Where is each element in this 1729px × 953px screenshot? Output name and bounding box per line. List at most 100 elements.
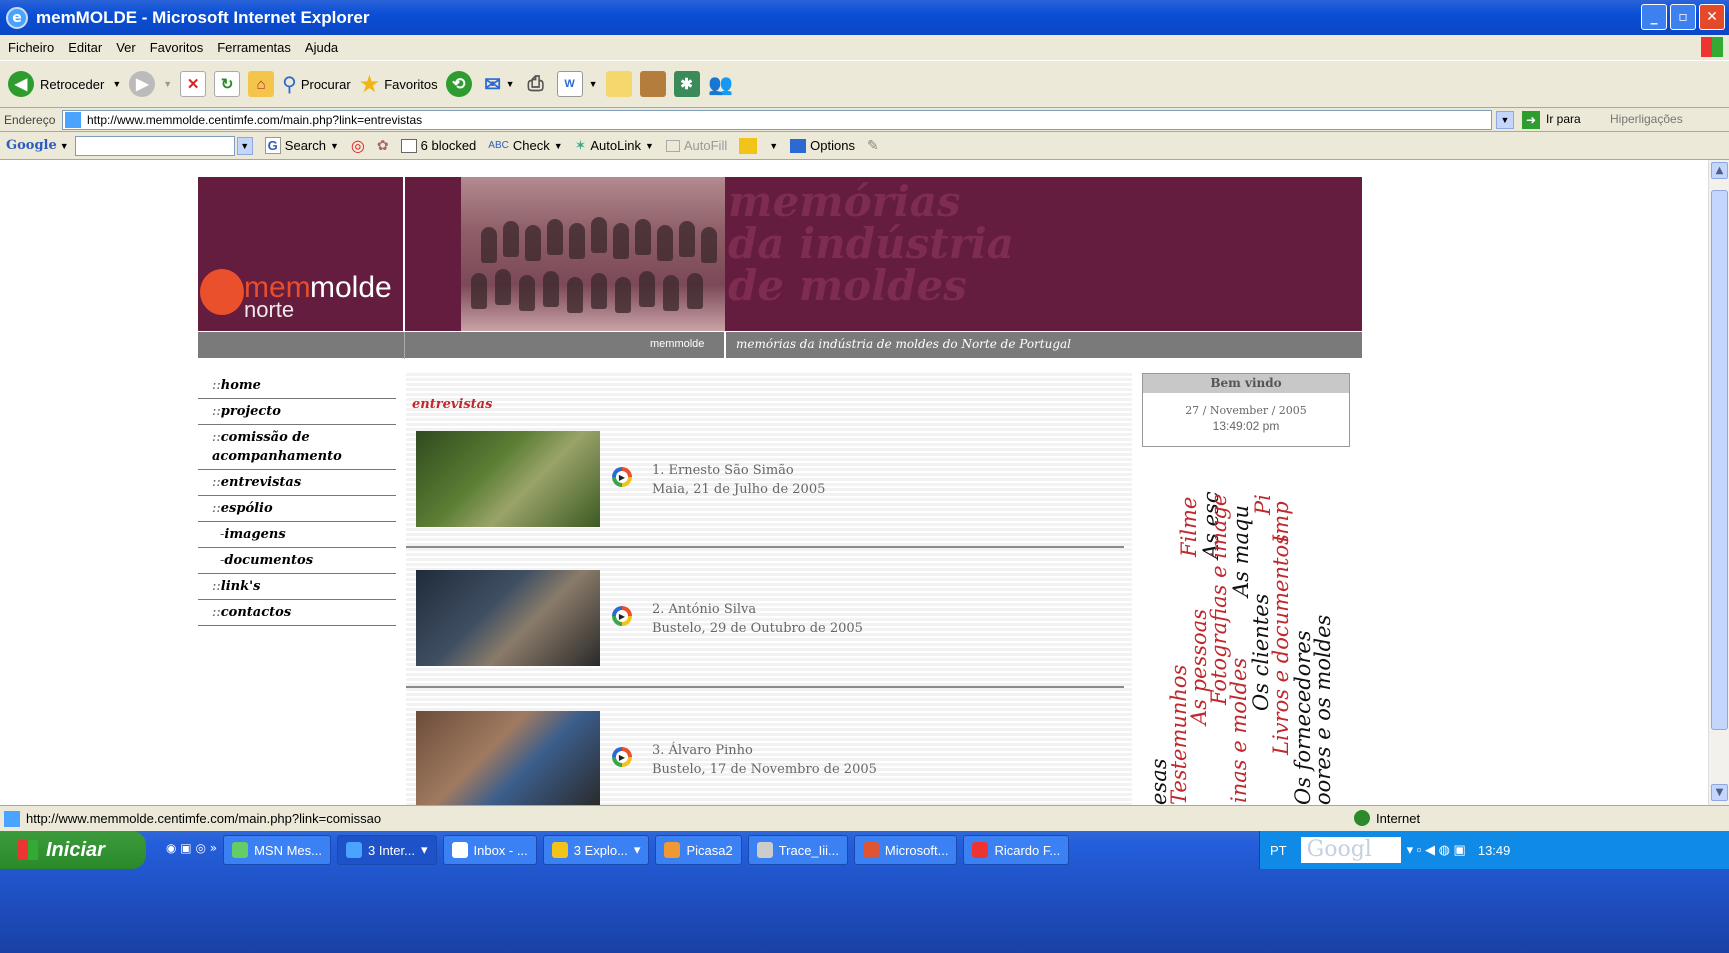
tray-icons[interactable]: ▾ ▫ ◀ ◍ ▣ <box>1407 842 1466 858</box>
interview-name[interactable]: 2. António Silva <box>652 600 863 619</box>
nav-prefix: :: <box>212 605 221 620</box>
spellcheck-icon: ABC <box>488 140 509 151</box>
discuss-icon[interactable] <box>605 71 632 97</box>
interview-thumbnail[interactable] <box>416 570 600 666</box>
forward-button[interactable]: ▶ ▼ <box>129 71 172 97</box>
chevron-down-icon[interactable]: ▼ <box>112 79 121 89</box>
spellcheck-button[interactable]: ABC Check ▼ <box>488 138 562 153</box>
autolink-button[interactable]: ✶ AutoLink ▼ <box>575 137 654 154</box>
nav-item-home[interactable]: ::home <box>198 373 396 399</box>
word-inas-e-moldes[interactable]: inas e moldes <box>1227 658 1251 803</box>
interview-thumbnail[interactable] <box>416 431 600 527</box>
messenger-icon[interactable]: ✱ <box>673 71 700 97</box>
interview-thumbnail[interactable] <box>416 711 600 805</box>
autofill-button[interactable]: AutoFill <box>665 138 728 153</box>
google-dropdown-icon[interactable]: ▼ <box>236 136 253 155</box>
word-os-moldes[interactable]: oores e os moldes <box>1311 615 1335 805</box>
options-icon <box>790 138 807 153</box>
menu-favoritos[interactable]: Favoritos <box>150 40 203 55</box>
menu-editar[interactable]: Editar <box>68 40 102 55</box>
google-deskbar[interactable]: Googl <box>1300 837 1401 863</box>
nav-item-espolio[interactable]: ::espólio <box>198 496 396 522</box>
nav-prefix: :: <box>212 579 221 594</box>
scroll-up-icon[interactable]: ▲ <box>1711 162 1728 179</box>
refresh-icon[interactable]: ↻ <box>214 71 241 97</box>
go-arrow-icon[interactable]: ➜ <box>1522 111 1540 129</box>
links-label[interactable]: Hiperligações <box>1610 112 1683 126</box>
go-button[interactable]: Ir para <box>1546 112 1581 126</box>
play-icon[interactable]: ▶ <box>612 747 632 767</box>
pencil-icon[interactable]: ✎ <box>867 137 879 154</box>
address-dropdown-icon[interactable]: ▼ <box>1496 111 1514 129</box>
nav-item-comissao[interactable]: ::comissão de acompanhamento <box>198 425 396 470</box>
options-button[interactable]: Options <box>790 138 855 153</box>
word-filme[interactable]: Filme <box>1177 497 1201 557</box>
site-logo[interactable]: mem molde norte <box>198 177 405 331</box>
windows-flag-icon <box>18 840 38 860</box>
autofill-label: AutoFill <box>683 138 728 153</box>
content-area: entrevistas ▶ 1. Ernesto São Simão Maia,… <box>406 373 1132 805</box>
back-button[interactable]: ◀ Retroceder ▼ <box>8 71 121 97</box>
home-icon[interactable]: ⌂ <box>248 71 275 97</box>
address-input[interactable]: http://www.memmolde.centimfe.com/main.ph… <box>62 110 1492 130</box>
menu-ver[interactable]: Ver <box>116 40 136 55</box>
nav-item-projecto[interactable]: ::projecto <box>198 399 396 425</box>
quick-launch-icons[interactable]: ◉ ▣ ◎ » <box>166 841 217 855</box>
task-microsoft[interactable]: Microsoft... <box>853 835 958 865</box>
research-icon[interactable] <box>639 71 666 97</box>
forward-arrow-icon: ▶ <box>129 71 156 97</box>
scroll-thumb[interactable] <box>1711 190 1728 730</box>
play-icon[interactable]: ▶ <box>612 606 632 626</box>
nav-item-contactos[interactable]: ::contactos <box>198 600 396 626</box>
google-search-input[interactable] <box>74 135 235 156</box>
nav-label: projecto <box>220 404 281 419</box>
task-msn[interactable]: MSN Mes... <box>223 835 331 865</box>
page-icon <box>65 112 81 128</box>
stop-icon[interactable]: ✕ <box>180 71 207 97</box>
start-button[interactable]: Iniciar <box>0 831 146 869</box>
task-ie[interactable]: 3 Inter... ▾ <box>336 835 437 865</box>
menu-ajuda[interactable]: Ajuda <box>305 40 338 55</box>
task-trace[interactable]: Trace_Iii... <box>747 835 848 865</box>
minimize-button[interactable]: _ <box>1641 4 1667 30</box>
folder-icon[interactable] <box>739 137 758 154</box>
nav-item-imagens[interactable]: -imagens <box>198 522 396 548</box>
contacts-icon[interactable]: 👥 <box>708 71 734 97</box>
nav-item-documentos[interactable]: -documentos <box>198 548 396 574</box>
edit-icon[interactable]: W <box>556 71 583 97</box>
popup-blocker-button[interactable]: 6 blocked <box>400 138 476 153</box>
task-explorer[interactable]: 3 Explo... ▾ <box>542 835 650 865</box>
close-button[interactable]: ✕ <box>1699 4 1725 30</box>
maximize-button[interactable]: ▫ <box>1670 4 1696 30</box>
mail-icon[interactable]: ✉ <box>480 71 506 97</box>
favorites-button[interactable]: ★ Favoritos <box>359 70 438 99</box>
task-ricardo[interactable]: Ricardo F... <box>963 835 1070 865</box>
print-icon[interactable]: ⎙ <box>523 71 549 97</box>
subbar-tagline: memórias da indústria de moldes do Norte… <box>736 337 1072 351</box>
folder-icon <box>551 842 568 858</box>
menu-ferramentas[interactable]: Ferramentas <box>217 40 291 55</box>
play-icon[interactable]: ▶ <box>612 467 632 487</box>
history-icon[interactable]: ⟲ <box>445 71 472 97</box>
nav-item-entrevistas[interactable]: ::entrevistas <box>198 470 396 496</box>
google-search-button[interactable]: G Search ▼ <box>264 137 339 154</box>
vertical-scrollbar[interactable]: ▲ ▼ <box>1708 160 1729 805</box>
google-logo[interactable]: Google <box>6 138 57 153</box>
search-button[interactable]: ⚲ Procurar <box>282 72 351 97</box>
word-livros[interactable]: Livros e documentos <box>1269 534 1293 755</box>
scroll-down-icon[interactable]: ▼ <box>1711 784 1728 801</box>
chevron-down-icon[interactable]: ▼ <box>163 79 172 89</box>
menu-ficheiro[interactable]: Ficheiro <box>8 40 54 55</box>
task-inbox[interactable]: Inbox - ... <box>442 835 537 865</box>
word-as-maqu[interactable]: As maqu <box>1229 505 1253 597</box>
word-pi[interactable]: Pi <box>1251 494 1275 515</box>
news-icon[interactable]: ✿ <box>377 137 389 154</box>
task-picasa[interactable]: Picasa2 <box>655 835 742 865</box>
language-indicator[interactable]: PT <box>1270 843 1287 858</box>
logo-molde: molde <box>310 271 392 304</box>
autolink-label: AutoLink <box>590 138 641 153</box>
interview-name[interactable]: 3. Álvaro Pinho <box>652 741 877 760</box>
pagerank-icon[interactable]: ◎ <box>351 136 365 156</box>
interview-name[interactable]: 1. Ernesto São Simão <box>652 461 825 480</box>
nav-item-links[interactable]: ::link's <box>198 574 396 600</box>
